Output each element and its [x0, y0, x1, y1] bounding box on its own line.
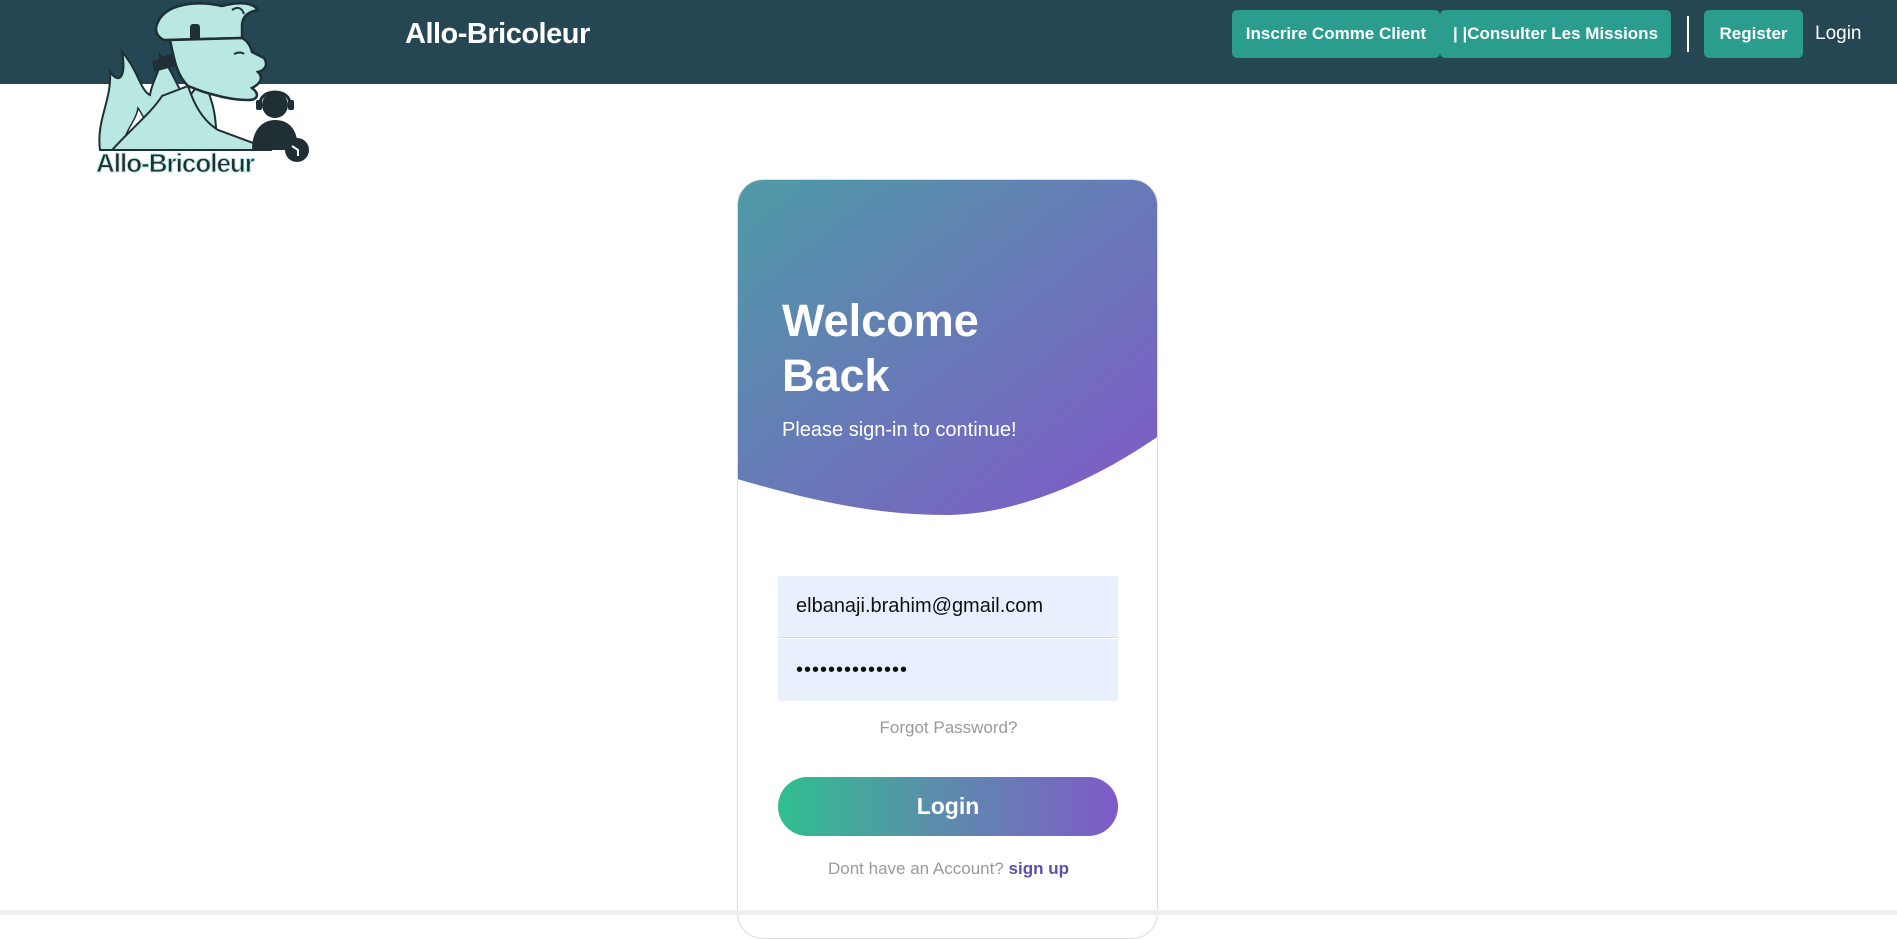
firefighter-logo-icon: Allo-Bricoleur — [96, 2, 309, 179]
login-button[interactable]: Login — [778, 777, 1118, 836]
brand-logo[interactable]: Allo-Bricoleur — [92, 0, 322, 180]
register-client-button[interactable]: Inscrire Comme Client — [1232, 10, 1440, 58]
welcome-title-line2: Back — [782, 350, 890, 401]
page-bottom-bar — [0, 910, 1897, 915]
signup-link[interactable]: sign up — [1009, 859, 1069, 878]
no-account-text: Dont have an Account? — [828, 859, 1004, 878]
nav-divider — [1687, 16, 1689, 52]
email-input[interactable] — [778, 576, 1118, 638]
welcome-title-line1: Welcome — [782, 295, 979, 346]
welcome-title: Welcome Back — [782, 293, 1042, 403]
brand-title[interactable]: Allo-Bricoleur — [405, 16, 590, 52]
forgot-password-link[interactable]: Forgot Password? — [738, 717, 1157, 739]
login-card: Welcome Back Please sign-in to continue!… — [737, 179, 1158, 939]
logo-text: Allo-Bricoleur — [96, 148, 255, 178]
welcome-subtitle: Please sign-in to continue! — [782, 419, 1017, 441]
signup-row: Dont have an Account? sign up — [738, 858, 1157, 880]
login-link[interactable]: Login — [1815, 22, 1862, 46]
password-input[interactable] — [778, 639, 1118, 701]
consult-missions-button[interactable]: | |Consulter Les Missions — [1440, 10, 1671, 58]
register-button[interactable]: Register — [1704, 10, 1803, 58]
